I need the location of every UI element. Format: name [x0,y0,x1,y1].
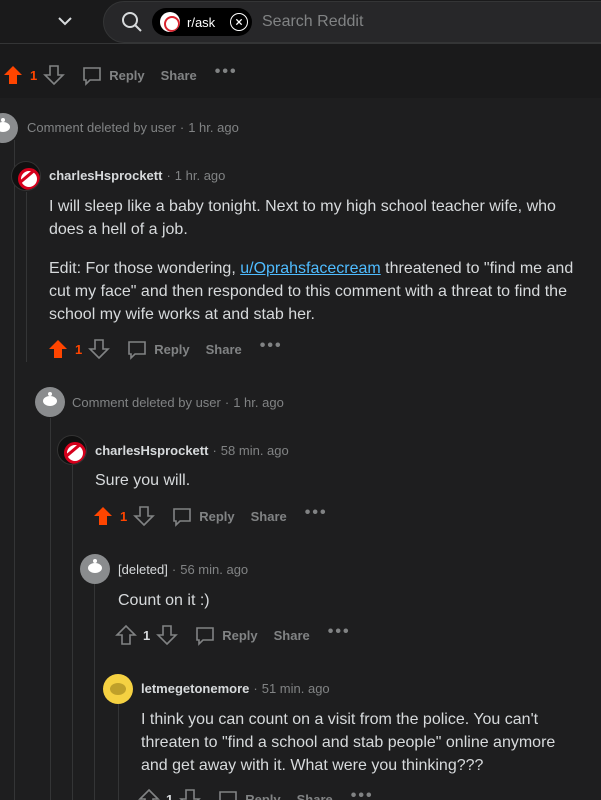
share-button[interactable]: Share [251,509,287,524]
reply-label: Reply [154,341,190,357]
comment-actions: 1 Reply Share ••• [92,501,328,531]
subreddit-icon [160,12,180,32]
downvote-icon[interactable] [133,505,156,527]
reply-button[interactable]: Reply [126,338,190,360]
thread-line[interactable] [94,584,95,800]
chevron-down-icon[interactable] [56,12,74,30]
avatar[interactable] [35,387,65,417]
comment-icon [83,67,102,86]
comment-time: 51 min. ago [261,681,330,696]
deleted-comment-text: Comment deleted by user [27,120,176,135]
comment-meta: Comment deleted by user · 1 hr. ago [72,395,284,410]
reply-button[interactable]: Reply [81,64,145,86]
reddit-thread-page: r/ask 1 Reply Share ••• [0,0,601,800]
comment-actions: 1 Reply Share ••• [47,334,283,364]
reply-button[interactable]: Reply [217,788,281,800]
thread-line[interactable] [26,192,27,362]
more-options-button[interactable]: ••• [328,623,351,641]
avatar[interactable] [103,674,133,704]
deleted-comment-text: Comment deleted by user [72,395,221,410]
reply-label: Reply [199,508,235,524]
comment-time: 1 hr. ago [233,395,284,410]
comment-time: 1 hr. ago [188,120,239,135]
comment-body: I will sleep like a baby tonight. Next t… [49,195,589,342]
reply-button[interactable]: Reply [194,624,258,646]
comment-meta: [deleted] · 56 min. ago [118,562,249,577]
search-header: r/ask [0,0,601,44]
comment-icon [219,791,238,800]
comment-author[interactable]: charlesHsprockett [49,168,162,183]
share-button[interactable]: Share [274,628,310,643]
upvote-icon[interactable] [138,788,160,800]
search-icon [122,12,142,32]
vote-count: 1 [75,341,83,357]
comment-author[interactable]: charlesHsprockett [95,443,208,458]
comment-actions: 1 Reply Share ••• [138,784,374,800]
upvote-icon[interactable] [2,64,24,86]
reply-button[interactable]: Reply [171,505,235,527]
more-options-button[interactable]: ••• [260,337,283,355]
comment-meta: charlesHsprockett · 1 hr. ago [49,168,226,183]
avatar[interactable] [57,435,87,465]
close-icon[interactable] [230,13,248,31]
vote-count: 1 [143,627,151,643]
comment-paragraph: Sure you will. [95,472,191,489]
comment-icon [173,508,192,527]
reply-label: Reply [245,791,281,800]
comment-actions: 1 Reply Share ••• [115,620,351,650]
avatar[interactable] [80,554,110,584]
subreddit-chip-label: r/ask [187,14,216,30]
thread-line[interactable] [72,465,73,800]
user-link[interactable]: u/Oprahsfacecream [240,260,381,277]
comment-author: [deleted] [118,562,168,577]
thread-line[interactable] [14,140,15,800]
more-options-button[interactable]: ••• [351,787,374,800]
comment-meta: charlesHsprockett · 58 min. ago [95,443,289,458]
comment-icon [128,341,147,360]
reply-label: Reply [222,627,258,643]
comment-time: 1 hr. ago [174,168,226,183]
comment-text: Edit: For those wondering, [49,260,241,277]
vote-count: 1 [120,508,128,524]
upvote-icon[interactable] [92,505,114,527]
downvote-icon[interactable] [179,788,202,800]
upvote-icon[interactable] [115,624,137,646]
comment-time: 58 min. ago [220,443,289,458]
share-button[interactable]: Share [206,342,242,357]
comment-paragraph: Count on it :) [118,592,210,609]
comment-meta: letmegetonemore · 51 min. ago [141,681,330,696]
comment-time: 56 min. ago [180,562,249,577]
search-input[interactable] [262,10,562,34]
comment-paragraph: I will sleep like a baby tonight. Next t… [49,198,556,238]
downvote-icon[interactable] [43,64,66,86]
vote-count: 1 [30,67,38,83]
share-button[interactable]: Share [297,792,333,800]
more-options-button[interactable]: ••• [215,63,238,81]
thread-line[interactable] [118,704,119,800]
comment-paragraph: I think you can count on a visit from th… [141,711,556,774]
upvote-icon[interactable] [47,338,69,360]
search-bar[interactable]: r/ask [103,1,601,43]
avatar[interactable] [11,161,41,191]
share-button[interactable]: Share [161,68,197,83]
comment-body: I think you can count on a visit from th… [141,708,581,793]
more-options-button[interactable]: ••• [305,504,328,522]
thread-line[interactable] [50,418,51,800]
comment-paragraph: Edit: For those wondering, u/Oprahsfacec… [49,257,589,326]
reply-label: Reply [109,67,145,83]
subreddit-filter-chip[interactable]: r/ask [152,8,252,36]
parent-comment-actions: 1 Reply Share ••• [2,60,238,90]
downvote-icon[interactable] [88,338,111,360]
vote-count: 1 [166,791,174,800]
comment-meta: Comment deleted by user · 1 hr. ago [27,120,239,135]
downvote-icon[interactable] [156,624,179,646]
comment-icon [196,627,215,646]
comment-author[interactable]: letmegetonemore [141,681,249,696]
